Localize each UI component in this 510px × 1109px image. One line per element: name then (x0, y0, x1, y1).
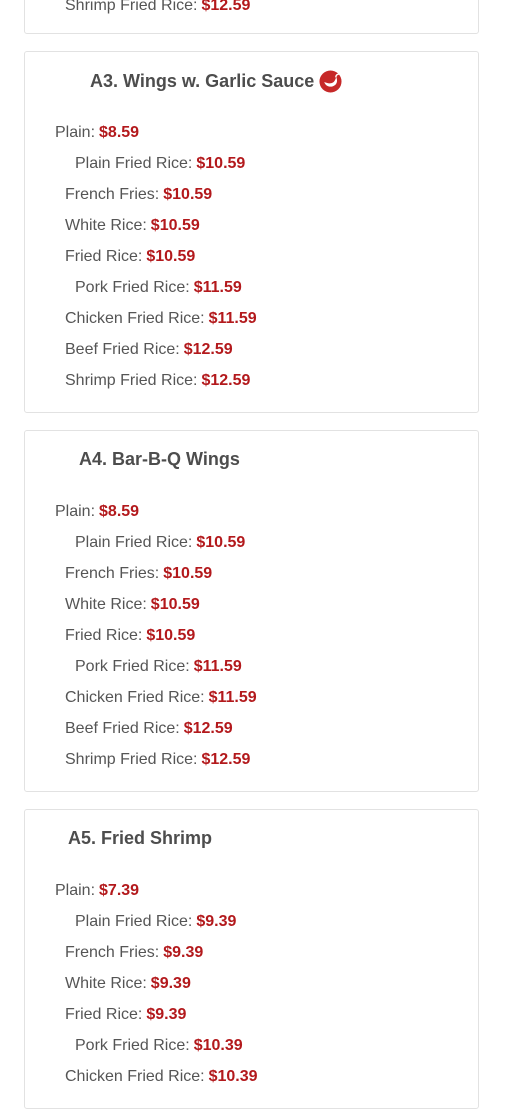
option-label: Pork Fried Rice: (75, 658, 190, 675)
hot-pepper-icon (319, 70, 342, 93)
option-label: French Fries: (65, 186, 160, 203)
option-row: Chicken Fried Rice: $11.59 (65, 689, 257, 707)
option-row: White Rice: $9.39 (65, 975, 191, 993)
option-row: Shrimp Fried Rice: $12.59 (65, 0, 250, 15)
menu-item-card-partial: Shrimp Fried Rice: $12.59 (24, 0, 479, 34)
option-price: $10.59 (196, 155, 246, 172)
option-price: $10.59 (146, 627, 196, 644)
option-label: Plain: (55, 503, 96, 520)
option-label: French Fries: (65, 565, 160, 582)
menu-item-title: A5. Fried Shrimp (68, 828, 212, 849)
option-price: $11.59 (208, 689, 257, 706)
option-label: Plain: (55, 124, 96, 141)
option-row: Beef Fried Rice: $12.59 (65, 720, 233, 738)
option-label: Plain: (55, 882, 96, 899)
option-label: White Rice: (65, 217, 147, 234)
option-price: $9.39 (196, 913, 237, 930)
option-row: French Fries: $10.59 (65, 565, 212, 583)
option-price: $10.59 (163, 565, 213, 582)
option-row: White Rice: $10.59 (65, 596, 200, 614)
option-row: Plain: $7.39 (55, 882, 139, 900)
option-row: French Fries: $9.39 (65, 944, 203, 962)
option-label: Shrimp Fried Rice: (65, 0, 198, 14)
option-label: Plain Fried Rice: (75, 155, 193, 172)
menu-item-card-a3[interactable]: A3. Wings w. Garlic Sauce Plain: $8.59 Pl… (24, 51, 479, 413)
option-row: White Rice: $10.59 (65, 217, 200, 235)
option-price: $12.59 (201, 372, 251, 389)
option-label: White Rice: (65, 596, 147, 613)
option-row: Plain Fried Rice: $10.59 (75, 155, 245, 173)
option-label: Shrimp Fried Rice: (65, 751, 198, 768)
option-price: $10.39 (208, 1068, 258, 1085)
option-row: Chicken Fried Rice: $11.59 (65, 310, 257, 328)
option-row: Shrimp Fried Rice: $12.59 (65, 751, 250, 769)
option-label: Beef Fried Rice: (65, 341, 180, 358)
option-row: Pork Fried Rice: $11.59 (75, 279, 242, 297)
option-label: Pork Fried Rice: (75, 279, 190, 296)
option-price: $11.59 (208, 310, 257, 327)
option-label: Plain Fried Rice: (75, 913, 193, 930)
menu-item-title: A3. Wings w. Garlic Sauce (90, 70, 342, 93)
option-label: Chicken Fried Rice: (65, 310, 205, 327)
option-row: Shrimp Fried Rice: $12.59 (65, 372, 250, 390)
menu-item-card-a4[interactable]: A4. Bar-B-Q Wings Plain: $8.59 Plain Frie… (24, 430, 479, 792)
option-row: Fried Rice: $9.39 (65, 1006, 186, 1024)
option-row: Beef Fried Rice: $12.59 (65, 341, 233, 359)
menu-item-title-text: A4. Bar-B-Q Wings (79, 449, 240, 469)
option-row: French Fries: $10.59 (65, 186, 212, 204)
option-price: $10.59 (163, 186, 213, 203)
option-price: $12.59 (201, 0, 251, 14)
option-label: Plain Fried Rice: (75, 534, 193, 551)
option-label: French Fries: (65, 944, 160, 961)
option-label: Chicken Fried Rice: (65, 1068, 205, 1085)
option-price: $10.59 (146, 248, 196, 265)
option-price: $10.59 (196, 534, 246, 551)
option-row: Plain Fried Rice: $10.59 (75, 534, 245, 552)
option-label: Fried Rice: (65, 627, 143, 644)
option-price: $9.39 (146, 1006, 187, 1023)
option-price: $11.59 (193, 658, 242, 675)
option-label: Shrimp Fried Rice: (65, 372, 198, 389)
option-price: $9.39 (150, 975, 191, 992)
option-price: $11.59 (193, 279, 242, 296)
option-row: Plain: $8.59 (55, 503, 139, 521)
menu-item-title: A4. Bar-B-Q Wings (79, 449, 240, 470)
option-price: $12.59 (201, 751, 251, 768)
option-row: Fried Rice: $10.59 (65, 248, 195, 266)
menu-item-card-a5[interactable]: A5. Fried Shrimp Plain: $7.39 Plain Fried… (24, 809, 479, 1109)
option-label: Beef Fried Rice: (65, 720, 180, 737)
option-row: Fried Rice: $10.59 (65, 627, 195, 645)
option-label: White Rice: (65, 975, 147, 992)
option-label: Fried Rice: (65, 248, 143, 265)
option-row: Pork Fried Rice: $11.59 (75, 658, 242, 676)
option-price: $8.59 (99, 124, 140, 141)
option-row: Pork Fried Rice: $10.39 (75, 1037, 243, 1055)
option-row: Chicken Fried Rice: $10.39 (65, 1068, 258, 1086)
option-row: Plain Fried Rice: $9.39 (75, 913, 236, 931)
option-label: Pork Fried Rice: (75, 1037, 190, 1054)
option-label: Chicken Fried Rice: (65, 689, 205, 706)
option-price: $9.39 (163, 944, 204, 961)
option-row: Plain: $8.59 (55, 124, 139, 142)
option-price: $12.59 (183, 341, 233, 358)
option-price: $10.59 (150, 596, 200, 613)
option-price: $10.59 (150, 217, 200, 234)
menu-item-title-text: A5. Fried Shrimp (68, 828, 213, 848)
option-price: $10.39 (193, 1037, 243, 1054)
option-label: Fried Rice: (65, 1006, 143, 1023)
option-price: $8.59 (99, 503, 140, 520)
option-price: $7.39 (99, 882, 140, 899)
menu-item-title-text: A3. Wings w. Garlic Sauce (90, 71, 315, 91)
option-price: $12.59 (183, 720, 233, 737)
